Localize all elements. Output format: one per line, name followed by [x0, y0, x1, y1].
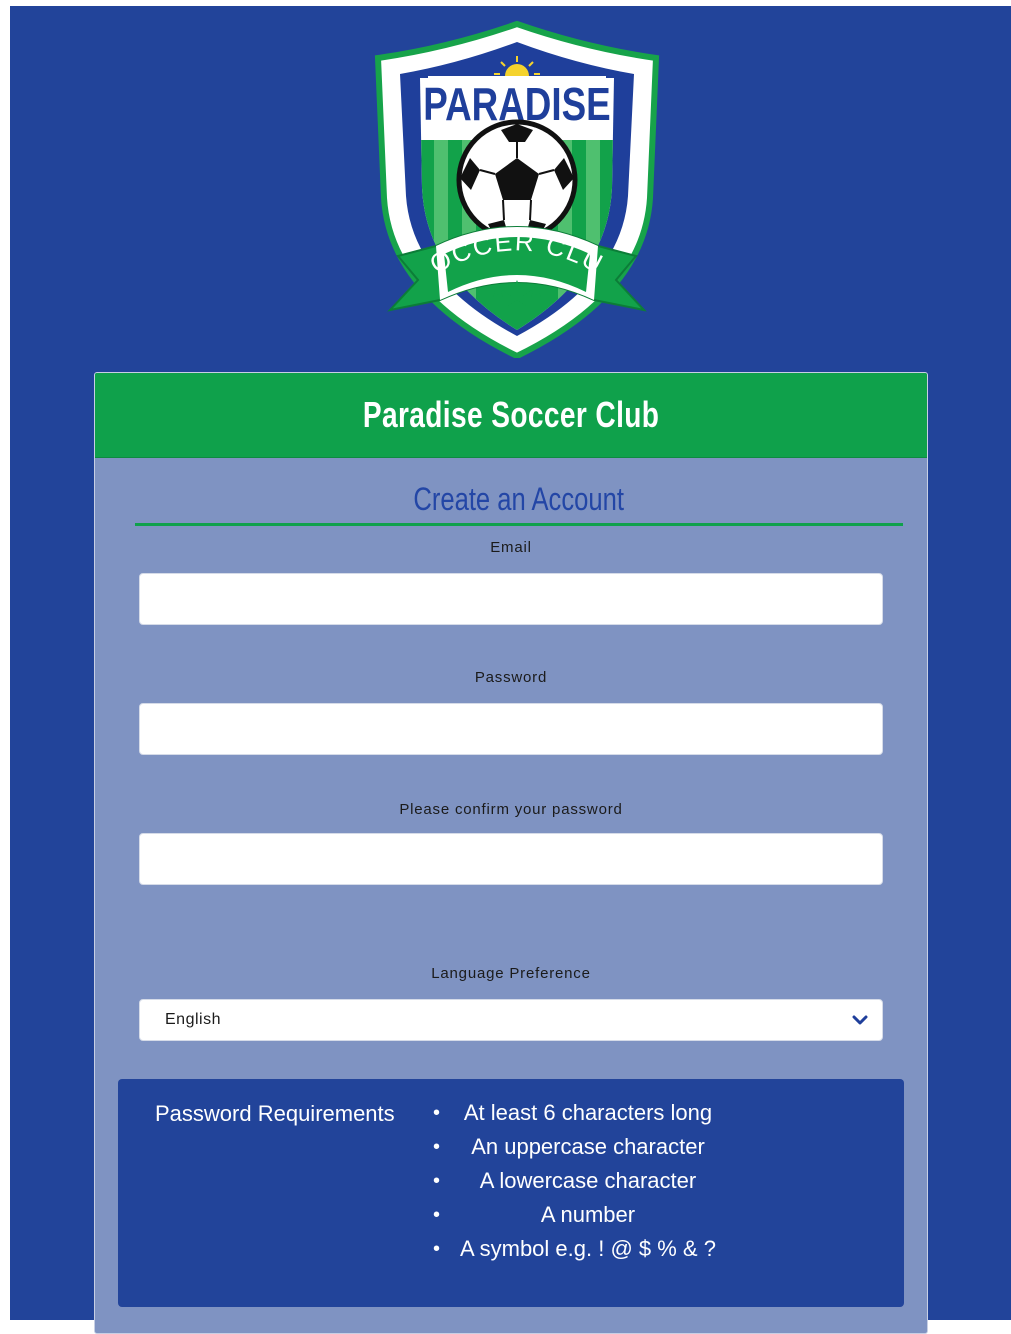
requirements-list: At least 6 characters long An uppercase … [433, 1099, 743, 1269]
email-label: Email [490, 539, 532, 556]
list-item: At least 6 characters long [433, 1099, 743, 1133]
create-account-heading: Create an Account [413, 481, 625, 517]
signup-card: Paradise Soccer Club Create an Account E… [94, 372, 928, 1334]
section-title: Create an Account [135, 481, 903, 526]
confirm-password-field[interactable] [139, 833, 883, 885]
password-requirements-panel: Password Requirements At least 6 charact… [118, 1079, 904, 1307]
password-label: Password [474, 669, 548, 686]
list-item: A symbol e.g. ! @ $ % & ? [433, 1235, 743, 1269]
club-title: Paradise Soccer Club [362, 394, 660, 435]
card-header: Paradise Soccer Club [95, 373, 927, 458]
page-background: PARADISE SOCCER CLUB Paradise Soccer Cl [10, 6, 1011, 1334]
language-select[interactable]: English [139, 999, 883, 1041]
language-select-value: English [165, 1011, 221, 1028]
list-item: A number [433, 1201, 743, 1235]
email-field[interactable] [139, 573, 883, 625]
requirements-title: Password Requirements [155, 1101, 395, 1126]
list-item: A lowercase character [433, 1167, 743, 1201]
list-item: An uppercase character [433, 1133, 743, 1167]
language-label: Language Preference [431, 965, 591, 982]
club-logo: PARADISE SOCCER CLUB [358, 18, 660, 358]
confirm-password-label: Please confirm your password [399, 801, 623, 818]
chevron-down-icon [852, 1015, 868, 1025]
password-field[interactable] [139, 703, 883, 755]
